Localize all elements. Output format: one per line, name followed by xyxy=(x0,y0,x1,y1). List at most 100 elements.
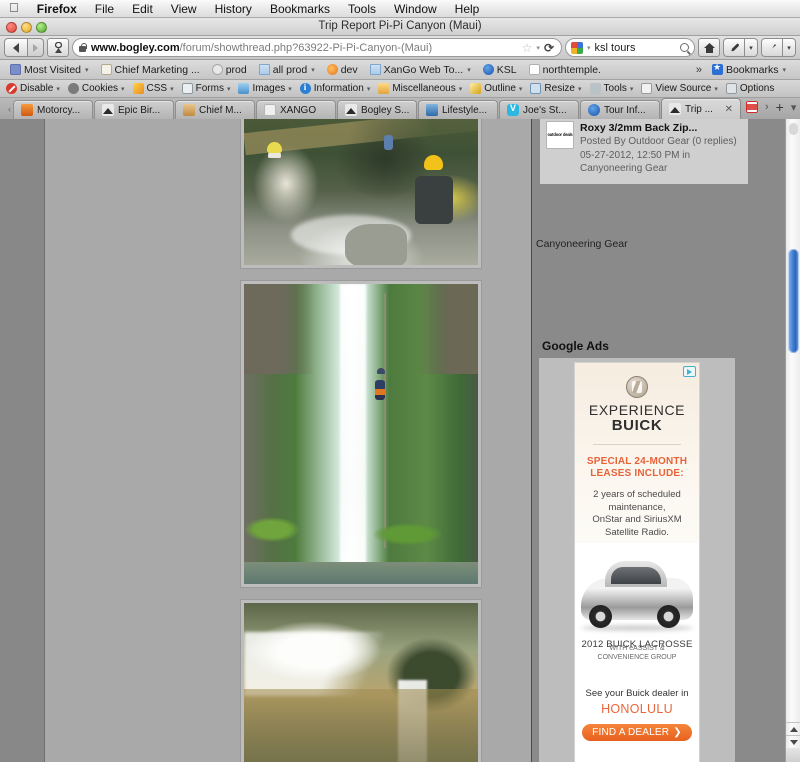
chevron-down-icon[interactable]: ▾ xyxy=(121,85,125,93)
search-icon[interactable] xyxy=(680,43,689,52)
forward-button[interactable] xyxy=(28,38,44,57)
search-bar[interactable]: ▾ ksl tours xyxy=(565,38,695,57)
ad-car-sub-line1: WITH eASSIST & xyxy=(609,645,665,652)
devtool-label: Resize xyxy=(544,83,575,94)
devtool-information[interactable]: Information▾ xyxy=(296,82,375,94)
bookmark-ksl[interactable]: KSL xyxy=(477,62,523,78)
tab-scroll-right-icon[interactable]: › xyxy=(765,101,769,113)
search-input[interactable]: ksl tours xyxy=(595,42,676,54)
menu-item-tools[interactable]: Tools xyxy=(339,0,385,18)
devtool-images[interactable]: Images ▾ xyxy=(234,83,295,94)
devtool-cookies[interactable]: Cookies ▾ xyxy=(64,83,129,94)
tab-bogley[interactable]: Bogley S... xyxy=(337,100,417,119)
eyedropper-button[interactable] xyxy=(723,38,745,57)
chevron-down-icon[interactable]: ▾ xyxy=(56,85,60,93)
photo-frame[interactable] xyxy=(241,281,481,587)
menu-item-firefox[interactable]: Firefox xyxy=(28,0,86,18)
resize-icon xyxy=(530,83,542,94)
chevron-down-icon[interactable]: ▾ xyxy=(311,66,315,74)
pin-dropdown[interactable]: ▾ xyxy=(783,38,796,57)
chevron-down-icon[interactable]: ▾ xyxy=(467,66,471,74)
menu-item-history[interactable]: History xyxy=(206,0,261,18)
vertical-scroll-thumb[interactable] xyxy=(788,249,799,353)
reload-icon[interactable]: ⟳ xyxy=(544,41,556,55)
lock-icon xyxy=(78,42,87,53)
home-button[interactable] xyxy=(698,38,720,57)
chevron-down-icon[interactable]: ▾ xyxy=(288,85,292,93)
site-identity-button[interactable] xyxy=(47,38,69,57)
devtool-forms[interactable]: Forms ▾ xyxy=(178,83,235,94)
chevron-down-icon[interactable]: ▾ xyxy=(170,85,174,93)
scroll-down-button[interactable] xyxy=(786,735,800,748)
find-a-dealer-button[interactable]: FIND A DEALER ❯ xyxy=(582,724,692,741)
thread-title[interactable]: Roxy 3/2mm Back Zip... xyxy=(580,122,741,135)
devtool-tools[interactable]: Tools ▾ xyxy=(586,83,638,94)
devtool-css[interactable]: CSS ▾ xyxy=(129,83,178,94)
chevron-down-icon[interactable]: ▾ xyxy=(714,85,718,93)
devtool-miscellaneous[interactable]: Miscellaneous ▾ xyxy=(374,83,466,94)
back-button[interactable] xyxy=(4,38,28,57)
tab-trip-report[interactable]: Trip ... ✕ xyxy=(661,98,741,119)
photo-frame[interactable] xyxy=(241,600,481,762)
eyedropper-dropdown[interactable]: ▾ xyxy=(745,38,758,57)
star-icon xyxy=(711,62,723,75)
bookmark-chief-marketing[interactable]: Chief Marketing ... xyxy=(95,62,206,78)
menu-item-help[interactable]: Help xyxy=(446,0,489,18)
tools-icon xyxy=(589,83,601,94)
bookmark-dev[interactable]: dev xyxy=(321,62,364,78)
window-resize-grip[interactable] xyxy=(786,748,800,762)
address-bar[interactable]: www.bogley.com/forum/showthread.php?6392… xyxy=(72,38,562,57)
bookmark-most-visited[interactable]: Most Visited ▾ xyxy=(4,62,95,78)
chevron-down-icon[interactable]: ▾ xyxy=(85,66,89,74)
tab-xango[interactable]: XANGO xyxy=(256,100,336,119)
devtool-outline[interactable]: Outline ▾ xyxy=(466,83,526,94)
bookmark-northtemple[interactable]: northtemple. xyxy=(523,62,607,78)
menu-item-window[interactable]: Window xyxy=(385,0,446,18)
information-icon xyxy=(299,82,311,94)
menu-item-view[interactable]: View xyxy=(162,0,206,18)
chevron-down-icon[interactable]: ▾ xyxy=(630,85,634,93)
chevron-down-icon[interactable]: ▾ xyxy=(459,85,463,93)
devtool-view-source[interactable]: View Source ▾ xyxy=(637,83,721,94)
menu-item-bookmarks[interactable]: Bookmarks xyxy=(261,0,339,18)
tab-chief-marketing[interactable]: Chief M... xyxy=(175,100,255,119)
tab-lifestyle[interactable]: Lifestyle... xyxy=(418,100,498,119)
chevron-down-icon[interactable]: ▾ xyxy=(367,85,371,93)
devtool-resize[interactable]: Resize ▾ xyxy=(526,83,585,94)
chevron-down-icon[interactable]: ▾ xyxy=(578,85,582,93)
tab-epic-bird[interactable]: Epic Bir... xyxy=(94,100,174,119)
search-engine-chevron-icon[interactable]: ▾ xyxy=(587,44,591,52)
bookmark-prod[interactable]: prod xyxy=(206,62,253,78)
devtool-options[interactable]: Options xyxy=(722,83,778,94)
vertical-scrollbar[interactable] xyxy=(785,119,800,762)
css-icon xyxy=(132,83,144,94)
close-icon[interactable]: ✕ xyxy=(725,104,733,115)
chevron-down-icon[interactable]: ▾ xyxy=(782,66,786,74)
photo-frame[interactable] xyxy=(241,119,481,268)
new-tab-button[interactable]: + xyxy=(776,99,784,115)
buick-advertisement[interactable]: EXPERIENCE BUICK SPECIAL 24-MONTH LEASES… xyxy=(575,363,699,762)
overflow-chevron-icon[interactable]: » xyxy=(696,64,702,76)
tab-list-chevron-icon[interactable]: ▾ xyxy=(791,101,797,114)
thread-meta-forum[interactable]: Canyoneering Gear xyxy=(580,163,741,176)
mail-icon[interactable] xyxy=(746,101,758,113)
tab-joes-stuff[interactable]: Joe's St... xyxy=(499,100,579,119)
tab-tour-info[interactable]: Tour Inf... xyxy=(580,100,660,119)
menu-item-file[interactable]: File xyxy=(86,0,123,18)
apple-logo-icon[interactable]:  xyxy=(6,1,28,16)
adchoices-icon[interactable] xyxy=(683,366,696,377)
chevron-down-icon[interactable]: ▾ xyxy=(536,44,540,52)
thread-row[interactable]: outdoor deals Roxy 3/2mm Back Zip... Pos… xyxy=(547,122,741,176)
chevron-down-icon[interactable]: ▾ xyxy=(519,85,523,93)
bookmark-xango-web-tools[interactable]: XanGo Web To... ▾ xyxy=(364,62,477,78)
bookmark-all-prod[interactable]: all prod ▾ xyxy=(253,62,321,78)
bookmark-star-icon[interactable]: ☆ xyxy=(522,41,533,55)
menu-item-edit[interactable]: Edit xyxy=(123,0,162,18)
scroll-up-button[interactable] xyxy=(786,722,800,735)
tab-bar-controls: › + ▾ xyxy=(742,99,800,119)
pin-button[interactable] xyxy=(761,38,783,57)
chevron-down-icon[interactable]: ▾ xyxy=(227,85,231,93)
bookmarks-menu-button[interactable]: Bookmarks ▾ xyxy=(706,62,792,78)
tab-motorcycle[interactable]: Motorcy... xyxy=(13,100,93,119)
devtool-disable[interactable]: Disable ▾ xyxy=(2,83,64,94)
